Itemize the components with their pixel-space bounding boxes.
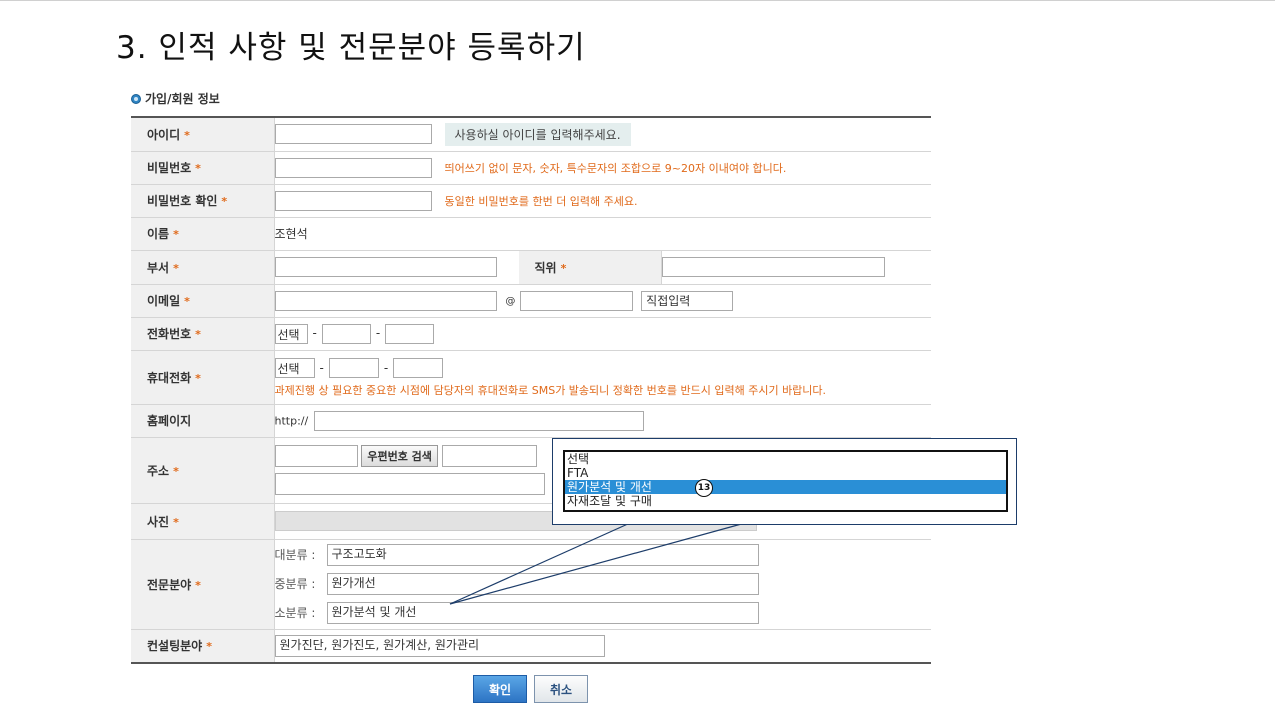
form-buttons: 확인 취소 <box>473 675 588 703</box>
required-mark: * <box>195 328 201 341</box>
required-mark: * <box>173 515 179 529</box>
row-dept: 부서 * 직위 * <box>131 250 931 285</box>
row-email: 이메일 * @ 직접입력 <box>131 284 931 318</box>
password-hint: 띄어쓰기 없이 문자, 숫자, 특수문자의 조합으로 9~20자 이내여야 합니… <box>444 161 787 175</box>
category-dropdown-callout: 선택 FTA 원가분석 및 개선 13 자재조달 및 구매 <box>552 438 1017 525</box>
required-mark: * <box>184 295 190 308</box>
phone-area-select[interactable]: 선택 <box>274 323 308 344</box>
major-category-field[interactable]: 구조고도화 <box>326 544 759 566</box>
label-password-confirm: 비밀번호 확인 * <box>131 184 275 218</box>
mobile-last-input[interactable] <box>393 358 444 378</box>
label-name: 이름 * <box>131 217 275 251</box>
section-header: 가입/회원 정보 <box>131 90 220 107</box>
major-label: 대분류 : <box>274 547 316 562</box>
email-domain-input[interactable] <box>520 290 634 311</box>
homepage-input[interactable] <box>314 410 645 431</box>
id-hint: 사용하실 아이디를 입력해주세요. <box>444 122 631 146</box>
label-expertise: 전문분야 * <box>131 539 275 630</box>
required-mark: * <box>173 261 179 275</box>
address-input-2[interactable] <box>274 473 545 495</box>
email-domain-select[interactable]: 직접입력 <box>641 290 734 311</box>
password-confirm-hint: 동일한 비밀번호를 한번 더 입력해 주세요. <box>444 194 638 208</box>
minor-category-field[interactable]: 원가분석 및 개선 <box>326 602 759 624</box>
row-password: 비밀번호 * 띄어쓰기 없이 문자, 숫자, 특수문자의 조합으로 9~20자 이… <box>131 151 931 185</box>
label-password: 비밀번호 * <box>131 151 275 185</box>
minor-label: 소분류 : <box>274 605 316 620</box>
required-mark: * <box>221 195 228 208</box>
label-email: 이메일 * <box>131 284 275 318</box>
bullet-icon <box>131 93 141 104</box>
http-prefix: http:// <box>274 414 309 427</box>
label-id: 아이디 * <box>131 117 275 152</box>
slide-title: 3. 인적 사항 및 전문분야 등록하기 <box>116 30 586 66</box>
section-title: 가입/회원 정보 <box>145 92 220 106</box>
row-phone: 전화번호 * 선택 - - <box>131 317 931 351</box>
label-homepage: 홈페이지 <box>131 404 275 438</box>
label-address: 주소 * <box>131 437 275 504</box>
dept-input[interactable] <box>274 257 497 277</box>
required-mark: * <box>195 371 201 385</box>
zipcode-input[interactable] <box>274 445 358 467</box>
phone-last-input[interactable] <box>385 323 435 344</box>
required-mark: * <box>173 464 179 478</box>
consulting-field[interactable]: 원가진단, 원가진도, 원가계산, 원가관리 <box>274 634 605 657</box>
cancel-button[interactable]: 취소 <box>534 675 588 703</box>
mobile-mid-input[interactable] <box>328 358 379 378</box>
required-mark: * <box>184 128 190 142</box>
middle-label: 중분류 : <box>274 576 316 591</box>
required-mark: * <box>195 578 201 592</box>
step-badge: 13 <box>695 479 713 497</box>
email-id-input[interactable] <box>274 290 497 311</box>
label-dept: 부서 * <box>131 250 275 285</box>
row-consulting: 컨설팅분야 * 원가진단, 원가진도, 원가계산, 원가관리 <box>131 629 931 664</box>
password-confirm-input[interactable] <box>274 190 432 211</box>
member-form: 아이디 * 사용하실 아이디를 입력해주세요. 비밀번호 * 띄어쓰기 없이 문자,… <box>131 116 931 664</box>
row-id: 아이디 * 사용하실 아이디를 입력해주세요. <box>131 117 931 152</box>
row-expertise: 전문분야 * 대분류 : 구조고도화 중분류 : 원가개선 소분류 : 원가분석 및 개… <box>131 539 931 630</box>
phone-mid-input[interactable] <box>321 323 371 344</box>
password-input[interactable] <box>274 157 432 178</box>
confirm-button[interactable]: 확인 <box>473 675 527 703</box>
dropdown-option-selected[interactable]: 원가분석 및 개선 13 <box>565 479 1006 497</box>
id-input[interactable] <box>274 124 432 145</box>
row-name: 이름 * 조현석 <box>131 217 931 251</box>
row-homepage: 홈페이지 http:// <box>131 404 931 438</box>
mobile-notice: 과제진행 상 필요한 중요한 시점에 담당자의 휴대전화로 SMS가 발송되니 … <box>274 384 827 397</box>
required-mark: * <box>206 640 212 654</box>
zipcode-search-button[interactable]: 우편번호 검색 <box>361 445 438 467</box>
mobile-prefix-select[interactable]: 선택 <box>274 358 315 378</box>
required-mark: * <box>560 261 567 275</box>
required-mark: * <box>195 162 201 175</box>
label-phone: 전화번호 * <box>131 317 275 351</box>
name-value: 조현석 <box>274 227 308 241</box>
row-password-confirm: 비밀번호 확인 * 동일한 비밀번호를 한번 더 입력해 주세요. <box>131 184 931 218</box>
label-mobile: 휴대전화 * <box>131 350 275 405</box>
required-mark: * <box>173 228 179 241</box>
label-photo: 사진 * <box>131 503 275 540</box>
label-position: 직위 * <box>518 250 662 285</box>
top-divider <box>0 0 1275 1</box>
position-input[interactable] <box>662 257 885 277</box>
minor-category-dropdown[interactable]: 선택 FTA 원가분석 및 개선 13 자재조달 및 구매 <box>563 450 1008 512</box>
middle-category-field[interactable]: 원가개선 <box>326 573 759 595</box>
address-input-1[interactable] <box>441 445 537 467</box>
label-consulting: 컨설팅분야 * <box>131 629 275 664</box>
dropdown-option[interactable]: 자재조달 및 구매 <box>565 494 1006 508</box>
row-mobile: 휴대전화 * 선택 - - 과제진행 상 필요한 중요한 시점에 담당자의 휴대전화로… <box>131 350 931 405</box>
dropdown-option[interactable]: 선택 <box>565 452 1006 466</box>
dropdown-option[interactable]: FTA <box>565 466 1006 480</box>
at-sign: @ <box>505 296 516 307</box>
